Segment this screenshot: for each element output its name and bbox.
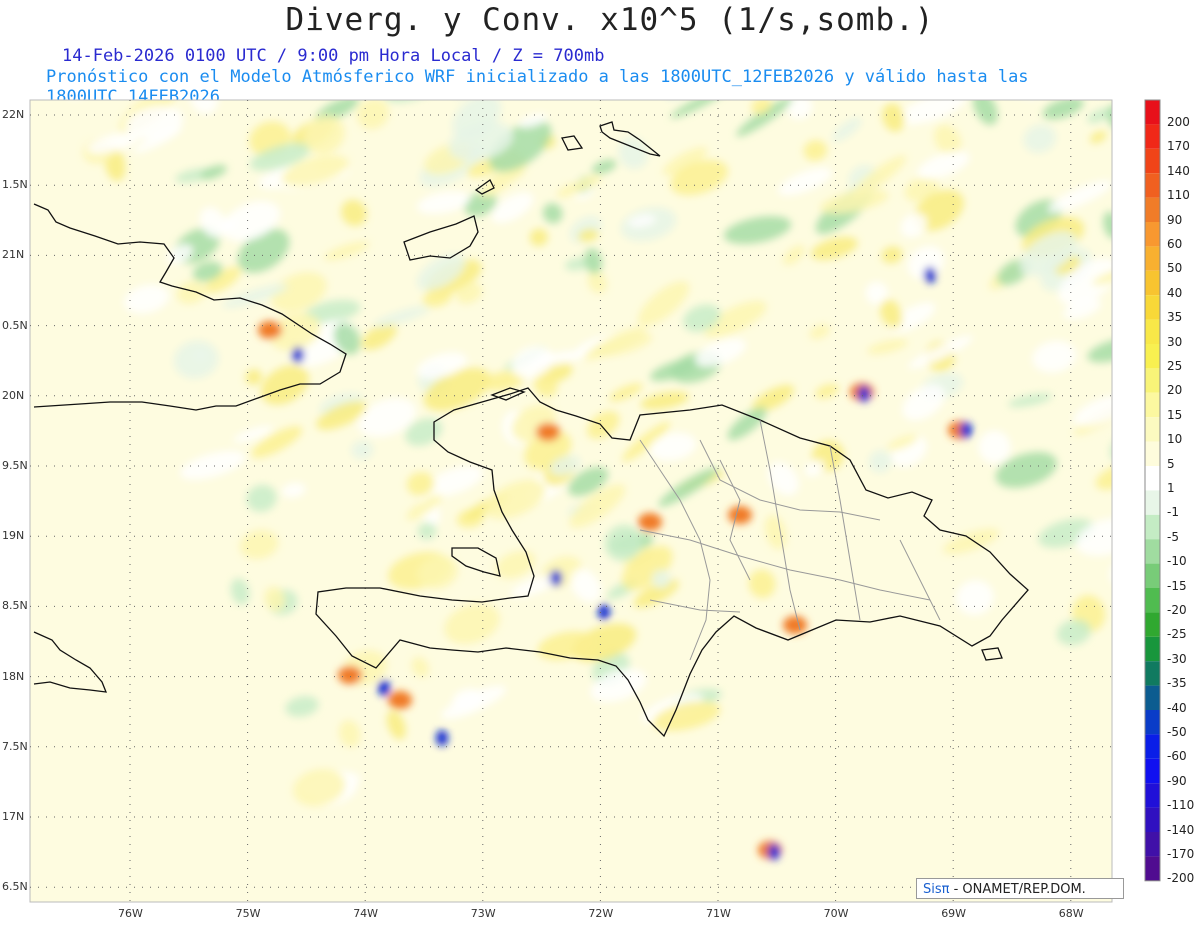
colorbar-swatch [1145, 368, 1160, 393]
colorbar-swatch [1145, 197, 1160, 222]
lon-label: 73W [470, 907, 496, 920]
colorbar-label: 10 [1167, 432, 1183, 447]
colorbar-swatch [1145, 710, 1160, 735]
colorbar-label: 20 [1167, 383, 1183, 398]
colorbar-swatch [1145, 344, 1160, 369]
colorbar-swatch [1145, 588, 1160, 613]
colorbar-label: -200 [1167, 871, 1195, 886]
colorbar-swatch [1145, 441, 1160, 466]
colorbar-label: 15 [1167, 407, 1183, 422]
lon-label: 75W [235, 907, 261, 920]
lat-label: 20N [2, 388, 25, 402]
lat-label: 6.5N [2, 880, 28, 894]
colorbar-swatch [1145, 124, 1160, 149]
colorbar-swatch [1145, 807, 1160, 832]
colorbar-label: -20 [1167, 603, 1187, 617]
colorbar-swatch [1145, 222, 1160, 247]
lon-label: 69W [941, 907, 967, 920]
colorbar-label: -50 [1167, 725, 1187, 739]
lon-label: 70W [823, 907, 849, 920]
colorbar-label: -10 [1167, 554, 1187, 569]
colorbar-label: 30 [1167, 334, 1183, 349]
colorbar-swatch [1145, 392, 1160, 418]
colorbar-label: 200 [1167, 115, 1190, 129]
colorbar-label: 110 [1167, 188, 1190, 203]
colorbar-label: 25 [1167, 359, 1183, 373]
colorbar-swatch [1145, 270, 1160, 296]
lat-label: 17N [2, 810, 25, 823]
colorbar-swatch [1145, 661, 1160, 686]
colorbar-swatch [1145, 490, 1160, 515]
credit-box: Sisπ - ONAMET/REP.DOM. [916, 878, 1124, 899]
lat-label: 9.5N [2, 459, 28, 472]
colorbar-label: 170 [1167, 139, 1190, 154]
lat-label: 22N [2, 108, 25, 121]
sis-logo-text: Sisπ [923, 882, 950, 897]
colorbar-label: 5 [1167, 456, 1175, 471]
lon-label: 71W [706, 907, 731, 920]
lon-label: 68W [1058, 907, 1084, 920]
map-canvas [29, 99, 1161, 903]
colorbar-label: -60 [1167, 749, 1187, 764]
colorbar-swatch [1145, 612, 1160, 637]
colorbar-label: 35 [1167, 310, 1183, 325]
lon-label: 74W [353, 907, 379, 920]
colorbar-swatch [1145, 173, 1160, 198]
colorbar-label: -1 [1167, 505, 1179, 520]
colorbar-swatch [1145, 636, 1160, 662]
colorbar-swatch [1145, 783, 1160, 808]
colorbar-label: -35 [1167, 676, 1187, 691]
colorbar-swatch [1145, 758, 1160, 784]
lat-label: 7.5N [2, 739, 28, 753]
lat-label: 18N [2, 669, 25, 683]
colorbar-label: 140 [1167, 163, 1190, 178]
colorbar-swatch [1145, 466, 1160, 491]
colorbar-label: 90 [1167, 212, 1183, 227]
colorbar-label: -110 [1167, 798, 1195, 813]
lat-label: 1.5N [2, 178, 28, 192]
credit-text: - ONAMET/REP.DOM. [949, 882, 1086, 897]
colorbar [1144, 99, 1161, 882]
colorbar-label: -40 [1167, 700, 1187, 715]
colorbar-swatch [1145, 563, 1160, 588]
colorbar-swatch [1145, 148, 1160, 174]
colorbar-label: -170 [1167, 847, 1195, 861]
colorbar-swatch [1145, 734, 1160, 759]
colorbar-label: 60 [1167, 237, 1183, 251]
colorbar-label: -15 [1167, 578, 1187, 593]
colorbar-label: 50 [1167, 261, 1183, 276]
lat-label: 19N [2, 529, 25, 543]
colorbar-label: -30 [1167, 651, 1187, 666]
colorbar-label: -5 [1167, 529, 1179, 544]
colorbar-swatch [1145, 100, 1160, 125]
colorbar-swatch [1145, 856, 1160, 881]
colorbar-swatch [1145, 417, 1160, 442]
colorbar-swatch [1145, 685, 1160, 710]
colorbar-swatch [1145, 319, 1160, 344]
colorbar-label: -140 [1167, 822, 1195, 837]
lon-label: 72W [588, 907, 614, 920]
lon-label: 76W [118, 907, 143, 920]
colorbar-swatch [1145, 246, 1160, 271]
divergence-field [30, 100, 1112, 902]
colorbar-swatch [1145, 832, 1160, 857]
lat-label: 21N [2, 248, 25, 262]
colorbar-swatch [1145, 514, 1160, 540]
colorbar-label: 40 [1167, 285, 1183, 300]
lat-label: 8.5N [2, 599, 28, 613]
colorbar-swatch [1145, 295, 1160, 320]
colorbar-swatch [1145, 539, 1160, 564]
colorbar-label: -90 [1167, 773, 1187, 788]
colorbar-label: 1 [1167, 481, 1175, 495]
colorbar-label: -25 [1167, 627, 1187, 642]
lat-label: 0.5N [2, 318, 28, 332]
